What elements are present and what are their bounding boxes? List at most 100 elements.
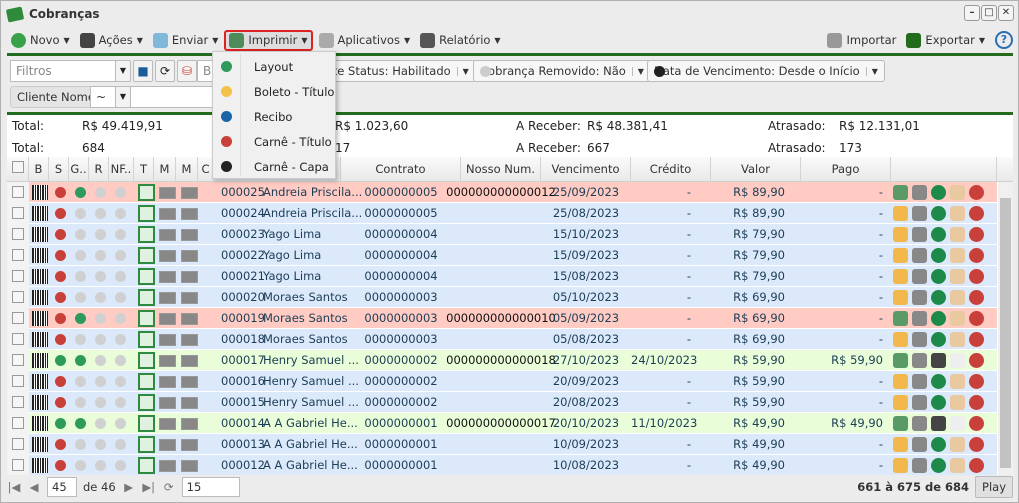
remove-icon[interactable] (969, 437, 984, 452)
table-row[interactable]: 000021 Yago Lima 0000000004 15/08/2023- R$ 7… (7, 266, 997, 287)
mail-icon[interactable] (159, 208, 176, 220)
chip-data-vencimento[interactable]: Data de Vencimento: Desde o Início ▼ (647, 60, 885, 82)
print-menu-item[interactable]: Carnê - Título (213, 129, 335, 154)
barcode-icon[interactable] (32, 395, 48, 410)
column-header[interactable]: M (154, 157, 176, 182)
mail-icon[interactable] (181, 397, 198, 409)
lock-icon[interactable] (893, 332, 908, 347)
mail-icon[interactable] (159, 418, 176, 430)
printer-icon[interactable] (893, 311, 908, 326)
mail-icon[interactable] (159, 313, 176, 325)
row-checkbox[interactable] (12, 186, 24, 198)
barcode-icon[interactable] (32, 416, 48, 431)
column-header[interactable]: B (29, 157, 49, 182)
table-row[interactable]: 000019 Moraes Santos 0000000003 00000000000… (7, 308, 997, 329)
column-header[interactable]: R (89, 157, 109, 182)
novo-button[interactable]: Novo ▼ (7, 31, 74, 50)
chip-cobranca-removido[interactable]: Cobrança Removido: Não ▼ (473, 60, 651, 82)
table-row[interactable]: 000012 A A Gabriel He... 0000000001 10/08/2… (7, 455, 997, 475)
calendar-barcode-icon[interactable] (950, 311, 965, 326)
list-icon[interactable] (912, 185, 927, 200)
list-icon[interactable] (912, 227, 927, 242)
table-row[interactable]: 000014 A A Gabriel He... 0000000001 0000000… (7, 413, 997, 434)
remove-icon[interactable] (969, 248, 984, 263)
mail-icon[interactable] (159, 376, 176, 388)
mail-icon[interactable] (159, 250, 176, 262)
monitor-icon[interactable] (138, 184, 155, 201)
download-circle-icon[interactable] (931, 185, 946, 200)
monitor-icon[interactable] (138, 226, 155, 243)
monitor-icon[interactable] (138, 457, 155, 474)
remove-icon[interactable] (969, 458, 984, 473)
mail-icon[interactable] (181, 376, 198, 388)
undo-icon[interactable] (931, 416, 946, 431)
calendar-barcode-icon[interactable] (950, 458, 965, 473)
monitor-icon[interactable] (138, 331, 155, 348)
chevron-down-icon[interactable]: ▼ (456, 66, 469, 76)
mail-icon[interactable] (181, 292, 198, 304)
exportar-button[interactable]: Exportar ▼ (902, 31, 989, 50)
row-checkbox[interactable] (12, 333, 24, 345)
monitor-icon[interactable] (138, 373, 155, 390)
calendar-barcode-icon[interactable] (950, 332, 965, 347)
monitor-icon[interactable] (138, 310, 155, 327)
download-circle-icon[interactable] (931, 227, 946, 242)
filters-input[interactable]: Filtros (10, 60, 116, 82)
remove-icon[interactable] (969, 332, 984, 347)
calendar-barcode-icon[interactable] (950, 353, 965, 368)
printer-icon[interactable] (893, 185, 908, 200)
download-circle-icon[interactable] (931, 374, 946, 389)
lock-icon[interactable] (893, 227, 908, 242)
remove-icon[interactable] (969, 353, 984, 368)
list-icon[interactable] (912, 458, 927, 473)
download-circle-icon[interactable] (931, 458, 946, 473)
barcode-icon[interactable] (32, 353, 48, 368)
calendar-barcode-icon[interactable] (950, 227, 965, 242)
imprimir-button[interactable]: Imprimir ▼ (224, 29, 313, 51)
calendar-barcode-icon[interactable] (950, 206, 965, 221)
row-checkbox[interactable] (12, 249, 24, 261)
list-icon[interactable] (912, 248, 927, 263)
remove-icon[interactable] (969, 395, 984, 410)
download-circle-icon[interactable] (931, 206, 946, 221)
table-row[interactable]: 000023 Yago Lima 0000000004 15/10/2023- R$ 7… (7, 224, 997, 245)
importar-button[interactable]: Importar (823, 31, 900, 50)
lock-icon[interactable] (893, 395, 908, 410)
list-icon[interactable] (912, 353, 927, 368)
calendar-barcode-icon[interactable] (950, 416, 965, 431)
list-icon[interactable] (912, 269, 927, 284)
table-row[interactable]: 000025 Andreia Priscila... 0000000005 00000… (7, 182, 997, 203)
operator-dropdown-button[interactable]: ▼ (115, 86, 131, 108)
mail-icon[interactable] (181, 439, 198, 451)
barcode-icon[interactable] (32, 227, 48, 242)
table-row[interactable]: 000017 Henry Samuel ... 0000000002 00000000… (7, 350, 997, 371)
list-icon[interactable] (912, 290, 927, 305)
minimize-button[interactable]: – (964, 5, 980, 21)
enviar-button[interactable]: Enviar ▼ (149, 31, 223, 50)
printer-icon[interactable] (893, 416, 908, 431)
refresh-icon[interactable]: ⟳ (155, 60, 175, 82)
monitor-icon[interactable] (138, 415, 155, 432)
mail-icon[interactable] (159, 460, 176, 472)
table-row[interactable]: 000022 Yago Lima 0000000004 15/09/2023- R$ 7… (7, 245, 997, 266)
table-row[interactable]: 000016 Henry Samuel ... 0000000002 20/09/20… (7, 371, 997, 392)
mail-icon[interactable] (181, 271, 198, 283)
next-page-icon[interactable]: ▶ (122, 480, 136, 494)
relatrio-button[interactable]: Relatório ▼ (416, 31, 504, 50)
monitor-icon[interactable] (138, 289, 155, 306)
aplicativos-button[interactable]: Aplicativos ▼ (315, 31, 415, 50)
row-checkbox[interactable] (12, 459, 24, 471)
calendar-barcode-icon[interactable] (950, 248, 965, 263)
table-row[interactable]: 000024 Andreia Priscila... 0000000005 25/08… (7, 203, 997, 224)
mail-icon[interactable] (181, 187, 198, 199)
mail-icon[interactable] (159, 397, 176, 409)
mail-icon[interactable] (181, 460, 198, 472)
mail-icon[interactable] (181, 208, 198, 220)
mail-icon[interactable] (159, 229, 176, 241)
row-checkbox[interactable] (12, 417, 24, 429)
mail-icon[interactable] (159, 334, 176, 346)
aes-button[interactable]: Ações ▼ (76, 31, 147, 50)
column-header[interactable]: T (134, 157, 154, 182)
table-row[interactable]: 000015 Henry Samuel ... 0000000002 20/08/20… (7, 392, 997, 413)
download-circle-icon[interactable] (931, 437, 946, 452)
